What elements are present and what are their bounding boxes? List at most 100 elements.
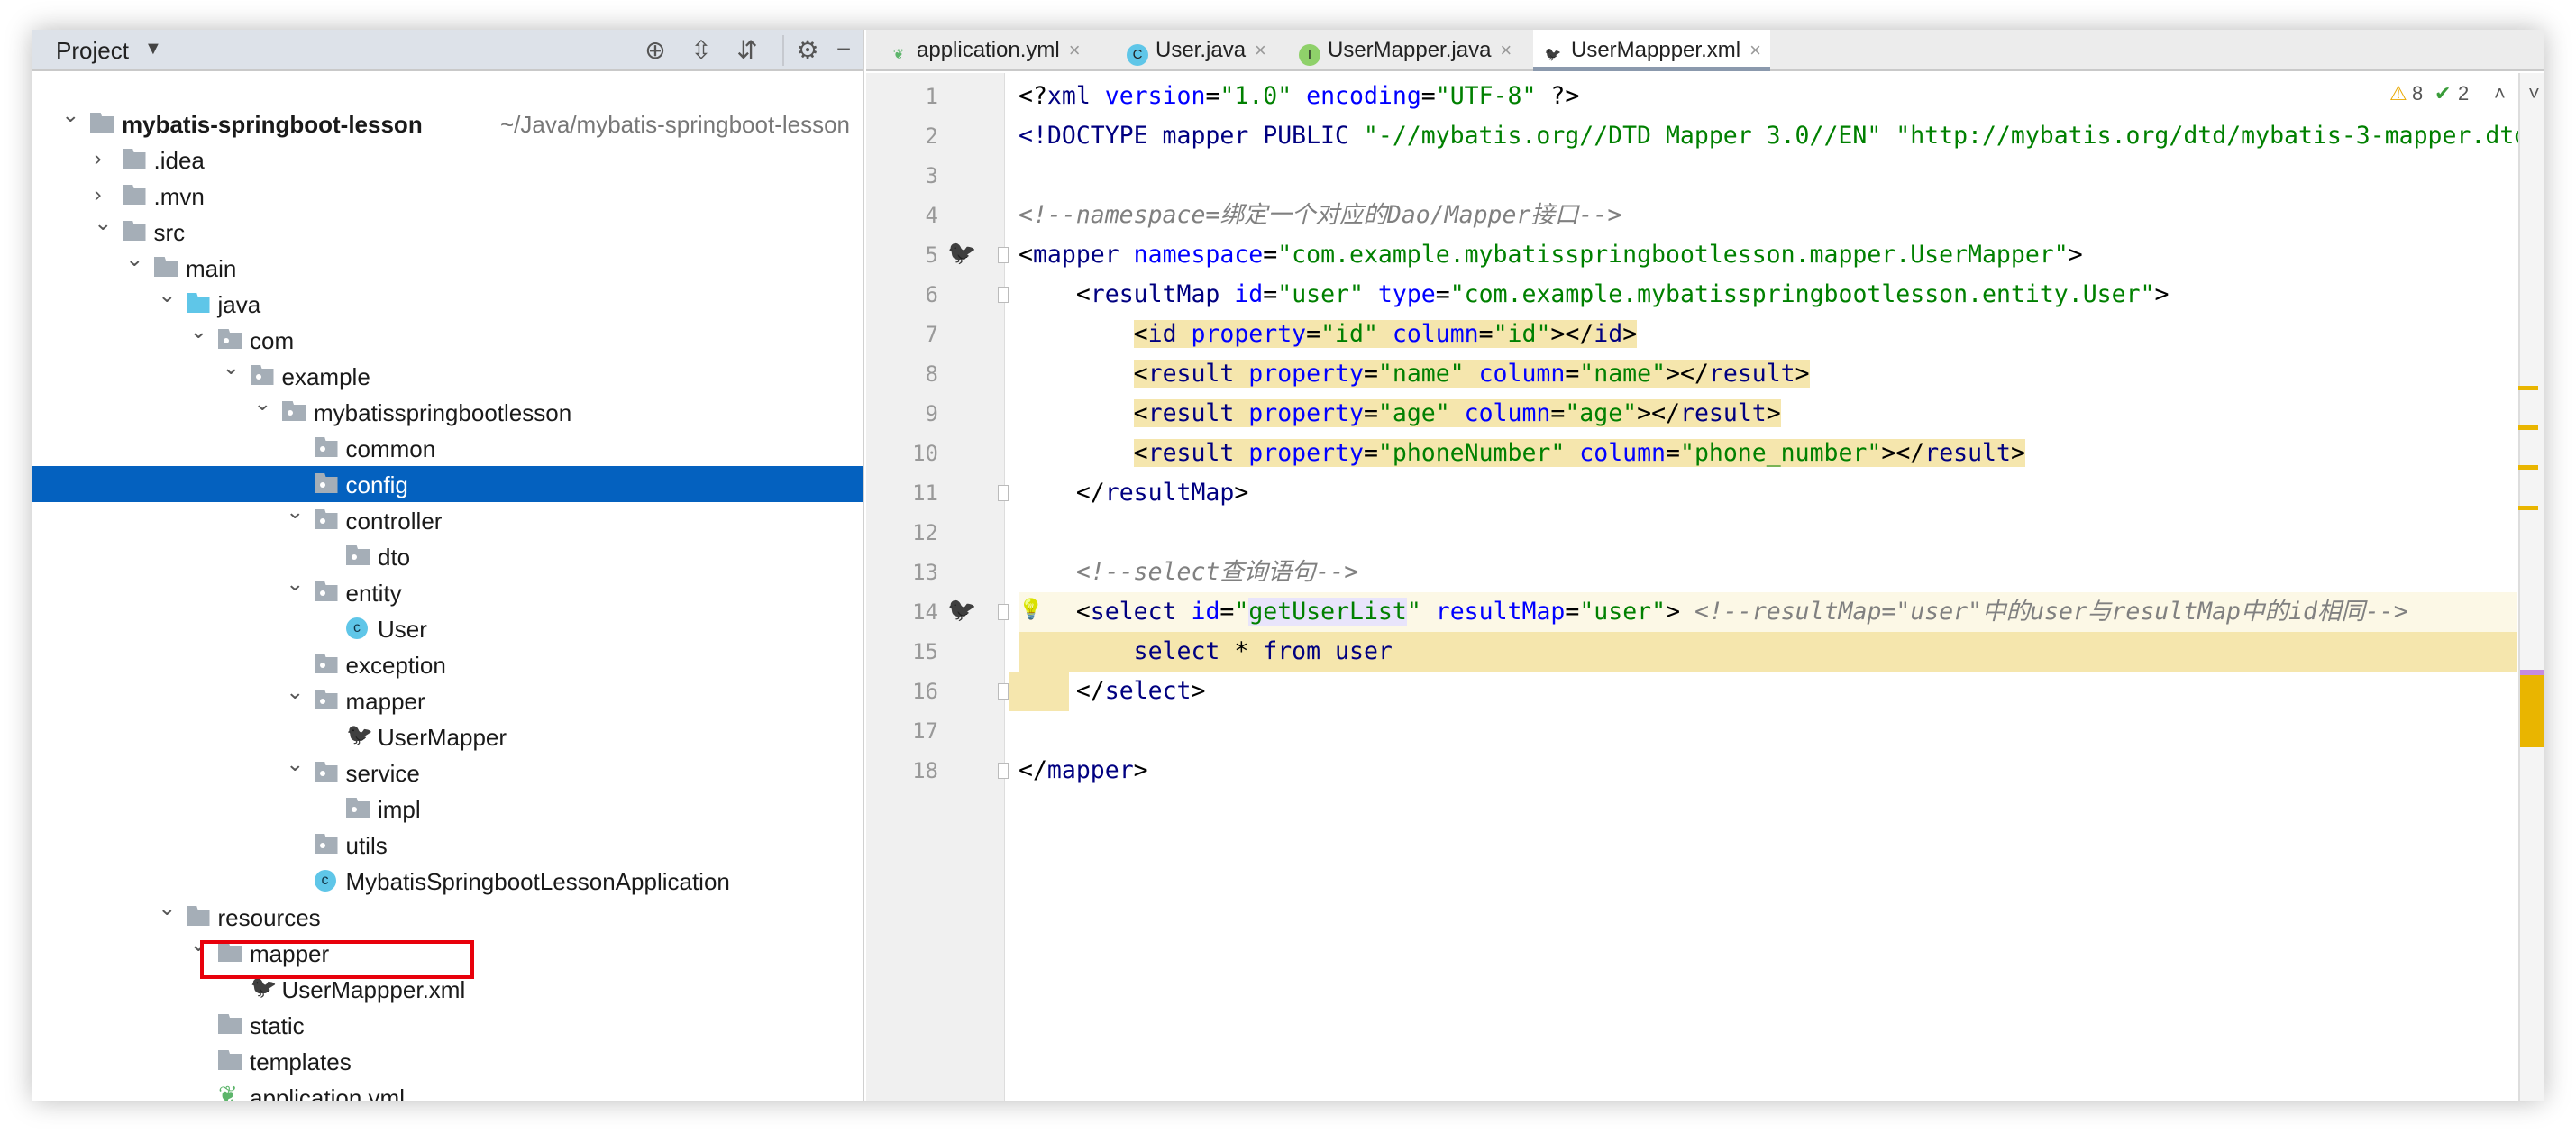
code-token: < [1133, 399, 1148, 427]
tree-item[interactable]: dto [32, 538, 863, 574]
fold-marker[interactable] [998, 247, 1009, 263]
mybatis-navigate-icon[interactable]: 🐦 [947, 239, 976, 267]
expand-all-icon[interactable]: ⇳ [686, 35, 717, 65]
tree-item[interactable]: ❦ application.yml [32, 1079, 863, 1101]
change-marker[interactable] [2518, 386, 2538, 390]
chevron-right-icon[interactable]: › [94, 147, 101, 170]
tree-item[interactable]: c MybatisSpringbootLessonApplication [32, 863, 863, 899]
typo-count[interactable]: 2 [2458, 82, 2469, 105]
tree-item[interactable]: exception [32, 646, 863, 682]
line-number: 15 [912, 639, 938, 664]
code-token: property [1234, 439, 1364, 467]
tree-item[interactable]: utils [32, 827, 863, 863]
gear-icon[interactable]: ⚙ [792, 35, 823, 65]
tree-item-label: entity [345, 580, 402, 607]
change-marker[interactable] [2518, 465, 2538, 470]
chevron-down-icon[interactable]: ⌄ [222, 356, 240, 380]
tree-item-label: .idea [153, 147, 205, 174]
close-icon[interactable]: × [1069, 39, 1081, 61]
tree-item[interactable]: static [32, 1007, 863, 1043]
code-token: </ [1075, 479, 1105, 507]
tab-label: UserMappper.xml [1571, 38, 1741, 62]
tab-application-yml[interactable]: ❦ application.yml × [879, 30, 1090, 71]
collapse-all-icon[interactable]: ⇵ [732, 35, 763, 65]
tree-item[interactable]: templates [32, 1043, 863, 1079]
folder-icon [218, 1014, 242, 1034]
code-line: select * from user [1019, 632, 2517, 672]
code-token: resultMap [1104, 479, 1235, 507]
chevron-down-icon[interactable]: ▼ [144, 39, 162, 59]
chevron-down-icon[interactable]: ⌄ [286, 681, 304, 704]
next-highlight-icon[interactable]: ˅ [2528, 82, 2540, 105]
tree-item[interactable]: ⌄ resources [32, 897, 863, 935]
change-marker[interactable] [2518, 506, 2538, 510]
tree-item[interactable]: config [32, 466, 863, 502]
close-icon[interactable]: × [1255, 39, 1266, 61]
code-token: = [1306, 320, 1321, 348]
chevron-down-icon[interactable]: ⌄ [189, 320, 207, 343]
code-editor[interactable]: <?xml version="1.0" encoding="UTF-8" ?> <… [1009, 73, 2544, 1101]
change-marker[interactable] [2518, 425, 2538, 430]
code-token: mapper [1032, 241, 1119, 269]
tab-user-java[interactable]: C User.java × [1118, 30, 1275, 71]
chevron-down-icon[interactable]: ⌄ [286, 572, 304, 596]
warning-count[interactable]: 8 [2412, 82, 2423, 105]
close-icon[interactable]: × [1500, 39, 1512, 61]
tree-item[interactable]: ⌄ mybatis-springboot-lesson ~/Java/mybatis… [32, 104, 863, 142]
tree-item[interactable]: ⌄ src [32, 212, 863, 250]
chevron-down-icon[interactable]: ⌄ [253, 392, 271, 416]
chevron-down-icon[interactable]: ⌄ [61, 104, 79, 127]
fold-marker[interactable] [998, 683, 1009, 700]
line-number: 17 [912, 718, 938, 744]
code-token: property [1234, 360, 1364, 388]
tree-item[interactable]: ⌄ entity [32, 572, 863, 610]
chevron-down-icon[interactable]: ⌄ [94, 212, 112, 235]
fold-marker[interactable] [998, 763, 1009, 779]
package-icon [218, 329, 242, 349]
locate-icon[interactable]: ⊕ [640, 35, 671, 65]
fold-marker[interactable] [998, 485, 1009, 501]
tree-item-path: ~/Java/mybatis-springboot-lesson [500, 111, 851, 138]
tree-item[interactable]: 🐦 UserMapper [32, 718, 863, 754]
chevron-right-icon[interactable]: › [94, 183, 101, 206]
tree-item[interactable]: ⌄ java [32, 284, 863, 322]
mybatis-navigate-icon[interactable]: 🐦 [947, 596, 976, 624]
code-token: select [1133, 637, 1220, 665]
change-marker[interactable] [2520, 675, 2544, 747]
close-icon[interactable]: × [1749, 39, 1761, 61]
chevron-down-icon[interactable]: ⌄ [125, 248, 143, 271]
editor-scrollbar[interactable] [2518, 73, 2544, 1101]
minimize-icon[interactable]: − [828, 35, 859, 64]
tree-item[interactable]: ⌄ main [32, 248, 863, 286]
fold-marker[interactable] [998, 287, 1009, 303]
tree-item[interactable]: ⌄ service [32, 753, 863, 791]
tree-item[interactable]: ⌄ mybatisspringbootlesson [32, 392, 863, 430]
typo-check-icon[interactable]: ✔ [2434, 82, 2451, 105]
tab-usermappper-xml[interactable]: 🐦 UserMappper.xml × [1533, 30, 1770, 71]
tree-item[interactable]: ⌄ com [32, 320, 863, 358]
code-token: > [2010, 439, 2025, 467]
tree-item[interactable]: ⌄ example [32, 356, 863, 394]
chevron-down-icon[interactable]: ⌄ [158, 284, 176, 307]
tree-item[interactable]: impl [32, 791, 863, 827]
code-token: > [1234, 479, 1249, 507]
tree-item[interactable]: › .mvn [32, 178, 863, 214]
tree-item[interactable]: ⌄ controller [32, 500, 863, 538]
tree-item-label: dto [378, 544, 411, 571]
previous-highlight-icon[interactable]: ˄ [2494, 82, 2506, 105]
chevron-down-icon[interactable]: ⌄ [286, 753, 304, 776]
tree-item[interactable]: c User [32, 610, 863, 646]
tree-item[interactable]: › .idea [32, 142, 863, 178]
warning-icon[interactable]: ⚠ [2389, 82, 2407, 105]
project-view-selector[interactable]: Project [56, 37, 129, 65]
fold-marker[interactable] [998, 604, 1009, 620]
chevron-down-icon[interactable]: ⌄ [158, 897, 176, 920]
tab-usermapper-java[interactable]: I UserMapper.java × [1290, 30, 1521, 71]
tree-item[interactable]: ⌄ mapper [32, 681, 863, 718]
code-token: = [1363, 360, 1378, 388]
chevron-down-icon[interactable]: ⌄ [286, 500, 304, 524]
tree-item[interactable]: common [32, 430, 863, 466]
code-token: = [1666, 439, 1680, 467]
